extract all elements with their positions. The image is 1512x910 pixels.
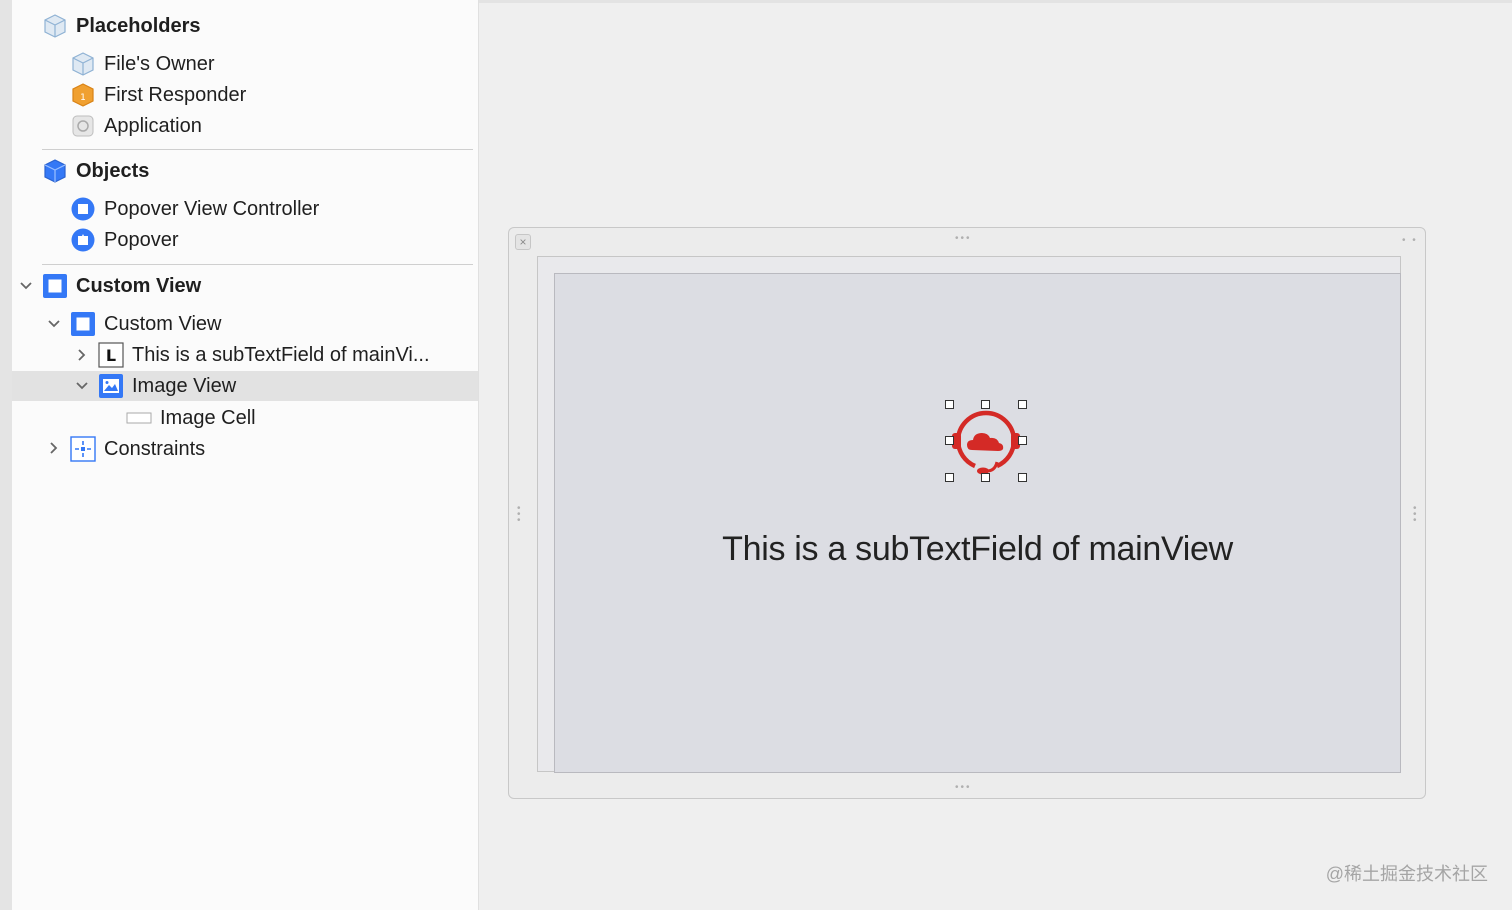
chevron-right-icon[interactable] — [72, 345, 92, 365]
svg-text:L: L — [106, 346, 116, 365]
selection-handle[interactable] — [945, 473, 954, 482]
image-view-icon — [98, 373, 124, 399]
view-icon — [42, 273, 68, 299]
popover-label: Popover — [104, 228, 179, 251]
files-owner-cube-icon — [70, 51, 96, 77]
left-gutter — [0, 0, 12, 910]
selection-handle[interactable] — [945, 400, 954, 409]
close-icon[interactable]: × — [515, 234, 531, 250]
selection-handle[interactable] — [1018, 400, 1027, 409]
custom-view-label: Custom View — [104, 312, 222, 335]
selection-handle[interactable] — [981, 473, 990, 482]
image-cell-icon — [126, 405, 152, 431]
outline-item-text-field[interactable]: L This is a subTextField of mainVi... — [98, 340, 430, 370]
outline-item-custom-view[interactable]: Custom View — [70, 309, 221, 339]
outline-item-first-responder[interactable]: 1 First Responder — [70, 80, 246, 110]
constraints-icon — [70, 436, 96, 462]
selection-handle[interactable] — [1018, 473, 1027, 482]
outline-item-constraints[interactable]: Constraints — [70, 434, 205, 464]
resize-handle-top[interactable]: ••• — [955, 234, 972, 244]
view-controller-icon — [70, 196, 96, 222]
outline-item-popover-view-controller[interactable]: Popover View Controller — [70, 194, 319, 224]
resize-handle-right[interactable]: • • • — [1413, 504, 1421, 526]
text-field-label: This is a subTextField of mainVi... — [132, 343, 430, 366]
custom-view-frame[interactable]: This is a subTextField of mainView — [537, 256, 1401, 773]
chevron-down-icon[interactable] — [72, 376, 92, 396]
cloud-headset-icon — [952, 410, 1020, 475]
sub-text-field[interactable]: This is a subTextField of mainView — [555, 530, 1400, 569]
outline-item-popover[interactable]: Popover — [70, 225, 179, 255]
application-icon — [70, 113, 96, 139]
selection-handle[interactable] — [1018, 436, 1027, 445]
outline-item-files-owner[interactable]: File's Owner — [70, 49, 215, 79]
resize-handle-left[interactable]: • • • — [517, 504, 525, 526]
objects-title: Objects — [76, 159, 150, 182]
watermark: @稀土掘金技术社区 — [1325, 864, 1488, 884]
document-outline: Placeholders File's Owner 1 First Respon… — [12, 0, 479, 910]
view-icon — [70, 311, 96, 337]
application-label: Application — [104, 114, 202, 137]
outline-item-image-view[interactable]: Image View — [98, 371, 236, 401]
svg-text:1: 1 — [80, 93, 86, 103]
files-owner-label: File's Owner — [104, 52, 215, 75]
first-responder-icon: 1 — [70, 82, 96, 108]
resize-handle-bottom[interactable]: ••• — [955, 783, 972, 793]
chevron-down-icon[interactable] — [16, 276, 36, 296]
chevron-right-icon[interactable] — [44, 438, 64, 458]
objects-cube-icon — [42, 158, 68, 184]
separator — [42, 264, 473, 265]
custom-view-root-label: Custom View — [76, 274, 202, 297]
placeholder-cube-icon — [42, 13, 68, 39]
separator — [42, 149, 473, 150]
image-cell-label: Image Cell — [160, 406, 256, 429]
outline-item-image-cell[interactable]: Image Cell — [126, 403, 256, 433]
label-icon: L — [98, 342, 124, 368]
main-custom-view[interactable]: This is a subTextField of mainView — [554, 273, 1401, 773]
image-view[interactable] — [945, 400, 1027, 482]
placeholders-section[interactable]: Placeholders — [42, 11, 201, 41]
selection-handle[interactable] — [981, 400, 990, 409]
selection-handle[interactable] — [945, 436, 954, 445]
popover-view-controller-label: Popover View Controller — [104, 197, 320, 220]
resize-handle-top-right[interactable]: • • — [1402, 236, 1418, 246]
outline-item-custom-view-root[interactable]: Custom View — [42, 271, 201, 301]
first-responder-label: First Responder — [104, 83, 247, 106]
objects-section[interactable]: Objects — [42, 156, 149, 186]
chevron-down-icon[interactable] — [44, 314, 64, 334]
popover-window[interactable]: × ••• • • ••• • • • • • • This is a subT… — [508, 227, 1426, 799]
popover-icon — [70, 227, 96, 253]
outline-item-application[interactable]: Application — [70, 111, 202, 141]
constraints-label: Constraints — [104, 437, 206, 460]
image-view-label: Image View — [132, 374, 237, 397]
placeholders-title: Placeholders — [76, 14, 201, 37]
